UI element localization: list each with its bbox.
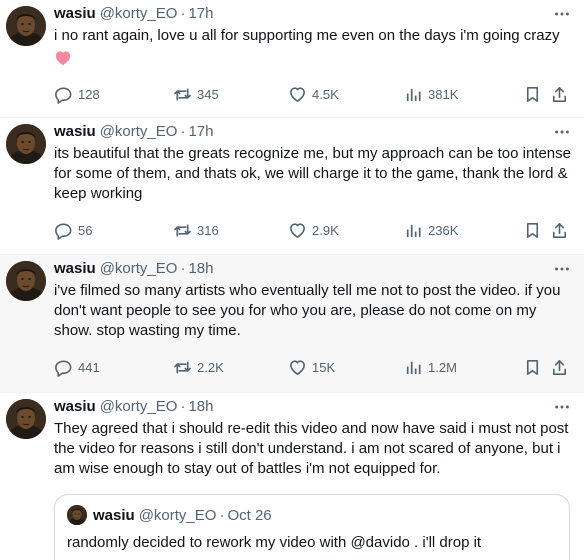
share-button[interactable] — [550, 357, 569, 377]
display-name[interactable]: wasiu — [54, 259, 96, 279]
reply-count: 56 — [78, 222, 93, 238]
retweet-button[interactable]: 316 — [173, 220, 219, 240]
like-button[interactable]: 4.5K — [288, 84, 339, 104]
share-icon — [552, 359, 567, 375]
tweet-header: wasiu @korty_EO · 17h — [54, 4, 572, 24]
like-button[interactable]: 15K — [288, 357, 335, 377]
quoted-tweet-text: randomly decided to rework my video with… — [67, 534, 482, 551]
separator-dot: · — [180, 260, 186, 277]
tweet-text: i no rant again, love u all for supporti… — [54, 27, 560, 44]
view-count: 1.2M — [428, 359, 457, 375]
bookmark-icon — [526, 222, 539, 238]
tweet-actions: 441 2.2K 15K 1.2M — [54, 357, 568, 377]
timestamp[interactable]: 17h — [188, 122, 213, 142]
tweet-text: i've filmed so many artists who eventual… — [54, 282, 561, 339]
reply-icon — [55, 360, 72, 377]
tweet-text: They agreed that i should re-edit this v… — [54, 420, 569, 477]
bookmark-icon — [526, 359, 539, 375]
reply-button[interactable]: 441 — [54, 357, 100, 377]
like-count: 4.5K — [312, 86, 339, 102]
separator-dot: · — [219, 506, 225, 524]
tweet[interactable]: wasiu @korty_EO · 18h i've filmed so man… — [0, 255, 584, 393]
retweet-icon — [174, 87, 191, 101]
reply-count: 128 — [78, 86, 100, 102]
more-icon[interactable] — [552, 4, 572, 24]
bookmark-button[interactable] — [523, 357, 542, 377]
like-icon — [290, 222, 305, 238]
retweet-icon — [174, 360, 191, 374]
bookmark-button[interactable] — [523, 84, 542, 104]
retweet-count: 345 — [197, 86, 219, 102]
reply-icon — [55, 87, 72, 104]
retweet-count: 316 — [197, 222, 219, 238]
share-button[interactable] — [550, 220, 569, 240]
tweet-header: wasiu @korty_EO · 17h — [54, 122, 572, 142]
views-icon — [406, 88, 421, 101]
timestamp[interactable]: 18h — [188, 259, 213, 279]
tweet-header: wasiu @korty_EO · 18h — [54, 259, 572, 279]
reply-icon — [55, 223, 72, 240]
reply-button[interactable]: 128 — [54, 84, 100, 104]
quoted-tweet[interactable]: wasiu @korty_EO · Oct 26 randomly decide… — [54, 494, 570, 560]
views-icon — [406, 361, 421, 374]
separator-dot: · — [180, 398, 186, 415]
tweet-header: wasiu @korty_EO · 18h — [54, 397, 572, 417]
views-button[interactable]: 236K — [404, 220, 458, 240]
like-icon — [290, 359, 305, 375]
tweet-feed: wasiu @korty_EO · 17h i no rant again, l… — [0, 0, 584, 560]
more-icon[interactable] — [552, 122, 572, 142]
display-name[interactable]: wasiu — [54, 4, 96, 24]
bookmark-icon — [526, 86, 539, 102]
user-handle[interactable]: @korty_EO — [100, 397, 178, 417]
avatar[interactable] — [6, 124, 46, 164]
tweet-text: its beautiful that the greats recognize … — [54, 145, 571, 202]
tweet[interactable]: wasiu @korty_EO · 17h its beautiful that… — [0, 118, 584, 255]
tweet[interactable]: wasiu @korty_EO · 18h They agreed that i… — [0, 393, 584, 560]
quoted-tweet-header: wasiu @korty_EO · Oct 26 — [67, 505, 557, 525]
avatar[interactable] — [6, 6, 46, 46]
timestamp: Oct 26 — [227, 506, 272, 524]
more-icon[interactable] — [552, 397, 572, 417]
like-button[interactable]: 2.9K — [288, 220, 339, 240]
avatar[interactable] — [6, 261, 46, 301]
like-icon — [290, 86, 305, 102]
retweet-count: 2.2K — [197, 359, 224, 375]
user-handle[interactable]: @korty_EO — [100, 4, 178, 24]
share-button[interactable] — [550, 84, 569, 104]
timestamp[interactable]: 18h — [188, 397, 213, 417]
views-button[interactable]: 1.2M — [404, 357, 457, 377]
reply-button[interactable]: 56 — [54, 220, 92, 240]
more-icon[interactable] — [552, 259, 572, 279]
view-count: 236K — [428, 222, 459, 238]
display-name[interactable]: wasiu — [54, 397, 96, 417]
display-name[interactable]: wasiu — [54, 122, 96, 142]
tweet[interactable]: wasiu @korty_EO · 17h i no rant again, l… — [0, 0, 584, 118]
user-handle: @korty_EO — [138, 506, 217, 524]
user-handle[interactable]: @korty_EO — [100, 122, 178, 142]
avatar[interactable] — [6, 399, 46, 439]
user-handle[interactable]: @korty_EO — [100, 259, 178, 279]
retweet-button[interactable]: 345 — [173, 84, 219, 104]
like-count: 2.9K — [312, 222, 339, 238]
like-count: 15K — [312, 359, 336, 375]
views-button[interactable]: 381K — [404, 84, 458, 104]
bookmark-button[interactable] — [523, 220, 542, 240]
share-icon — [552, 86, 567, 102]
share-icon — [552, 222, 567, 238]
retweet-icon — [174, 223, 191, 237]
pink-heart-emoji-icon — [55, 51, 71, 66]
timestamp[interactable]: 17h — [188, 4, 213, 24]
tweet-actions: 128 345 4.5K 381K — [54, 84, 568, 104]
separator-dot: · — [180, 5, 186, 22]
retweet-button[interactable]: 2.2K — [173, 357, 224, 377]
avatar — [67, 505, 87, 525]
view-count: 381K — [428, 86, 459, 102]
reply-count: 441 — [78, 359, 100, 375]
separator-dot: · — [180, 123, 186, 140]
tweet-actions: 56 316 2.9K 236K — [54, 220, 568, 240]
display-name: wasiu — [93, 506, 135, 524]
views-icon — [406, 224, 421, 237]
